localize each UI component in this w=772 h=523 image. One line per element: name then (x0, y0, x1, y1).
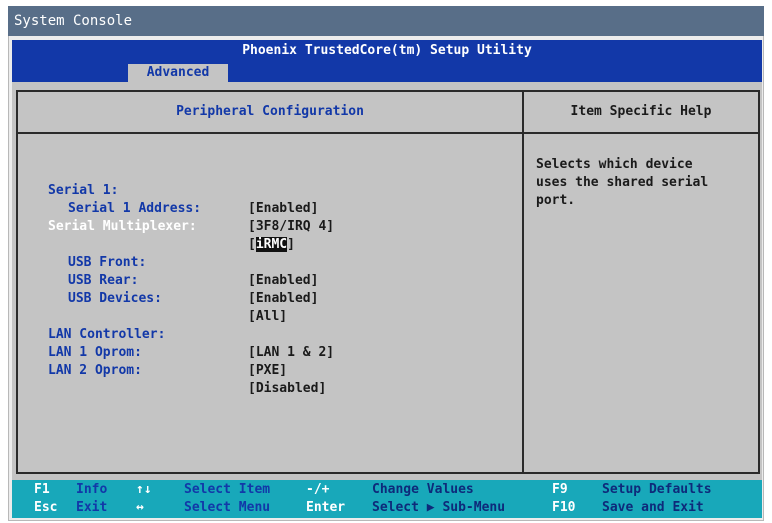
setting-serial-multiplexer[interactable]: Serial Multiplexer: [iRMC] (48, 200, 518, 252)
key-esc-desc: Exit (76, 500, 108, 515)
key-minus-plus-desc: Change Values (372, 482, 474, 497)
setting-label: LAN 2 Oprom: (48, 363, 142, 378)
setting-usb-devices[interactable]: USB Devices: [All] (48, 272, 518, 324)
setting-lan-2-oprom[interactable]: LAN 2 Oprom: [Disabled] (48, 344, 518, 396)
tab-advanced[interactable]: Advanced (128, 64, 228, 82)
key-f10-desc: Save and Exit (602, 500, 704, 515)
key-f1-desc: Info (76, 482, 108, 497)
key-enter-desc: Select ▶ Sub-Menu (372, 500, 506, 515)
key-esc: Esc (34, 500, 58, 515)
peripheral-configuration-panel: Peripheral Configuration Serial 1: [Enab… (16, 90, 524, 474)
panel-title: Peripheral Configuration (18, 92, 522, 134)
setting-usb-rear[interactable]: USB Rear: [Enabled] (48, 254, 518, 306)
window-title: System Console (8, 6, 764, 36)
key-up-down-desc: Select Item (184, 482, 271, 497)
setting-value[interactable]: [PXE] (248, 362, 287, 380)
key-left-right-desc: Select Menu (184, 500, 271, 515)
key-f10: F10 (552, 500, 576, 515)
help-text: Selects which device uses the shared ser… (536, 157, 709, 208)
key-left-right: ↔ (136, 500, 144, 515)
key-f9-desc: Setup Defaults (602, 482, 712, 497)
help-title: Item Specific Help (524, 92, 758, 134)
menu-bar: Advanced (12, 62, 762, 82)
setting-usb-front[interactable]: USB Front: [Enabled] (48, 236, 518, 288)
bios-screen: Phoenix TrustedCore(tm) Setup Utility Ad… (12, 40, 762, 518)
setting-label: USB Devices: (68, 291, 162, 306)
key-enter: Enter (306, 500, 346, 515)
key-minus-plus: -/+ (306, 482, 330, 497)
key-f1: F1 (34, 482, 50, 497)
item-help-panel: Item Specific Help Selects which device … (522, 90, 760, 474)
setting-value[interactable]: [Disabled] (248, 380, 326, 398)
key-legend: F1 Info ↑↓ Select Item -/+ Change Values… (12, 480, 762, 518)
setting-serial-1[interactable]: Serial 1: [Enabled] (48, 164, 518, 216)
utility-title: Phoenix TrustedCore(tm) Setup Utility (12, 40, 762, 62)
key-f9: F9 (552, 482, 568, 497)
setting-lan-controller[interactable]: LAN Controller: [LAN 1 & 2] (48, 308, 518, 360)
setting-value[interactable]: [3F8/IRQ 4] (248, 218, 334, 236)
setting-serial-1-address[interactable]: Serial 1 Address: [3F8/IRQ 4] (48, 182, 518, 234)
key-up-down: ↑↓ (136, 482, 152, 497)
setting-lan-1-oprom[interactable]: LAN 1 Oprom: [PXE] (48, 326, 518, 378)
setting-label: Serial Multiplexer: (48, 219, 197, 234)
setting-value[interactable]: [Enabled] (248, 290, 318, 308)
